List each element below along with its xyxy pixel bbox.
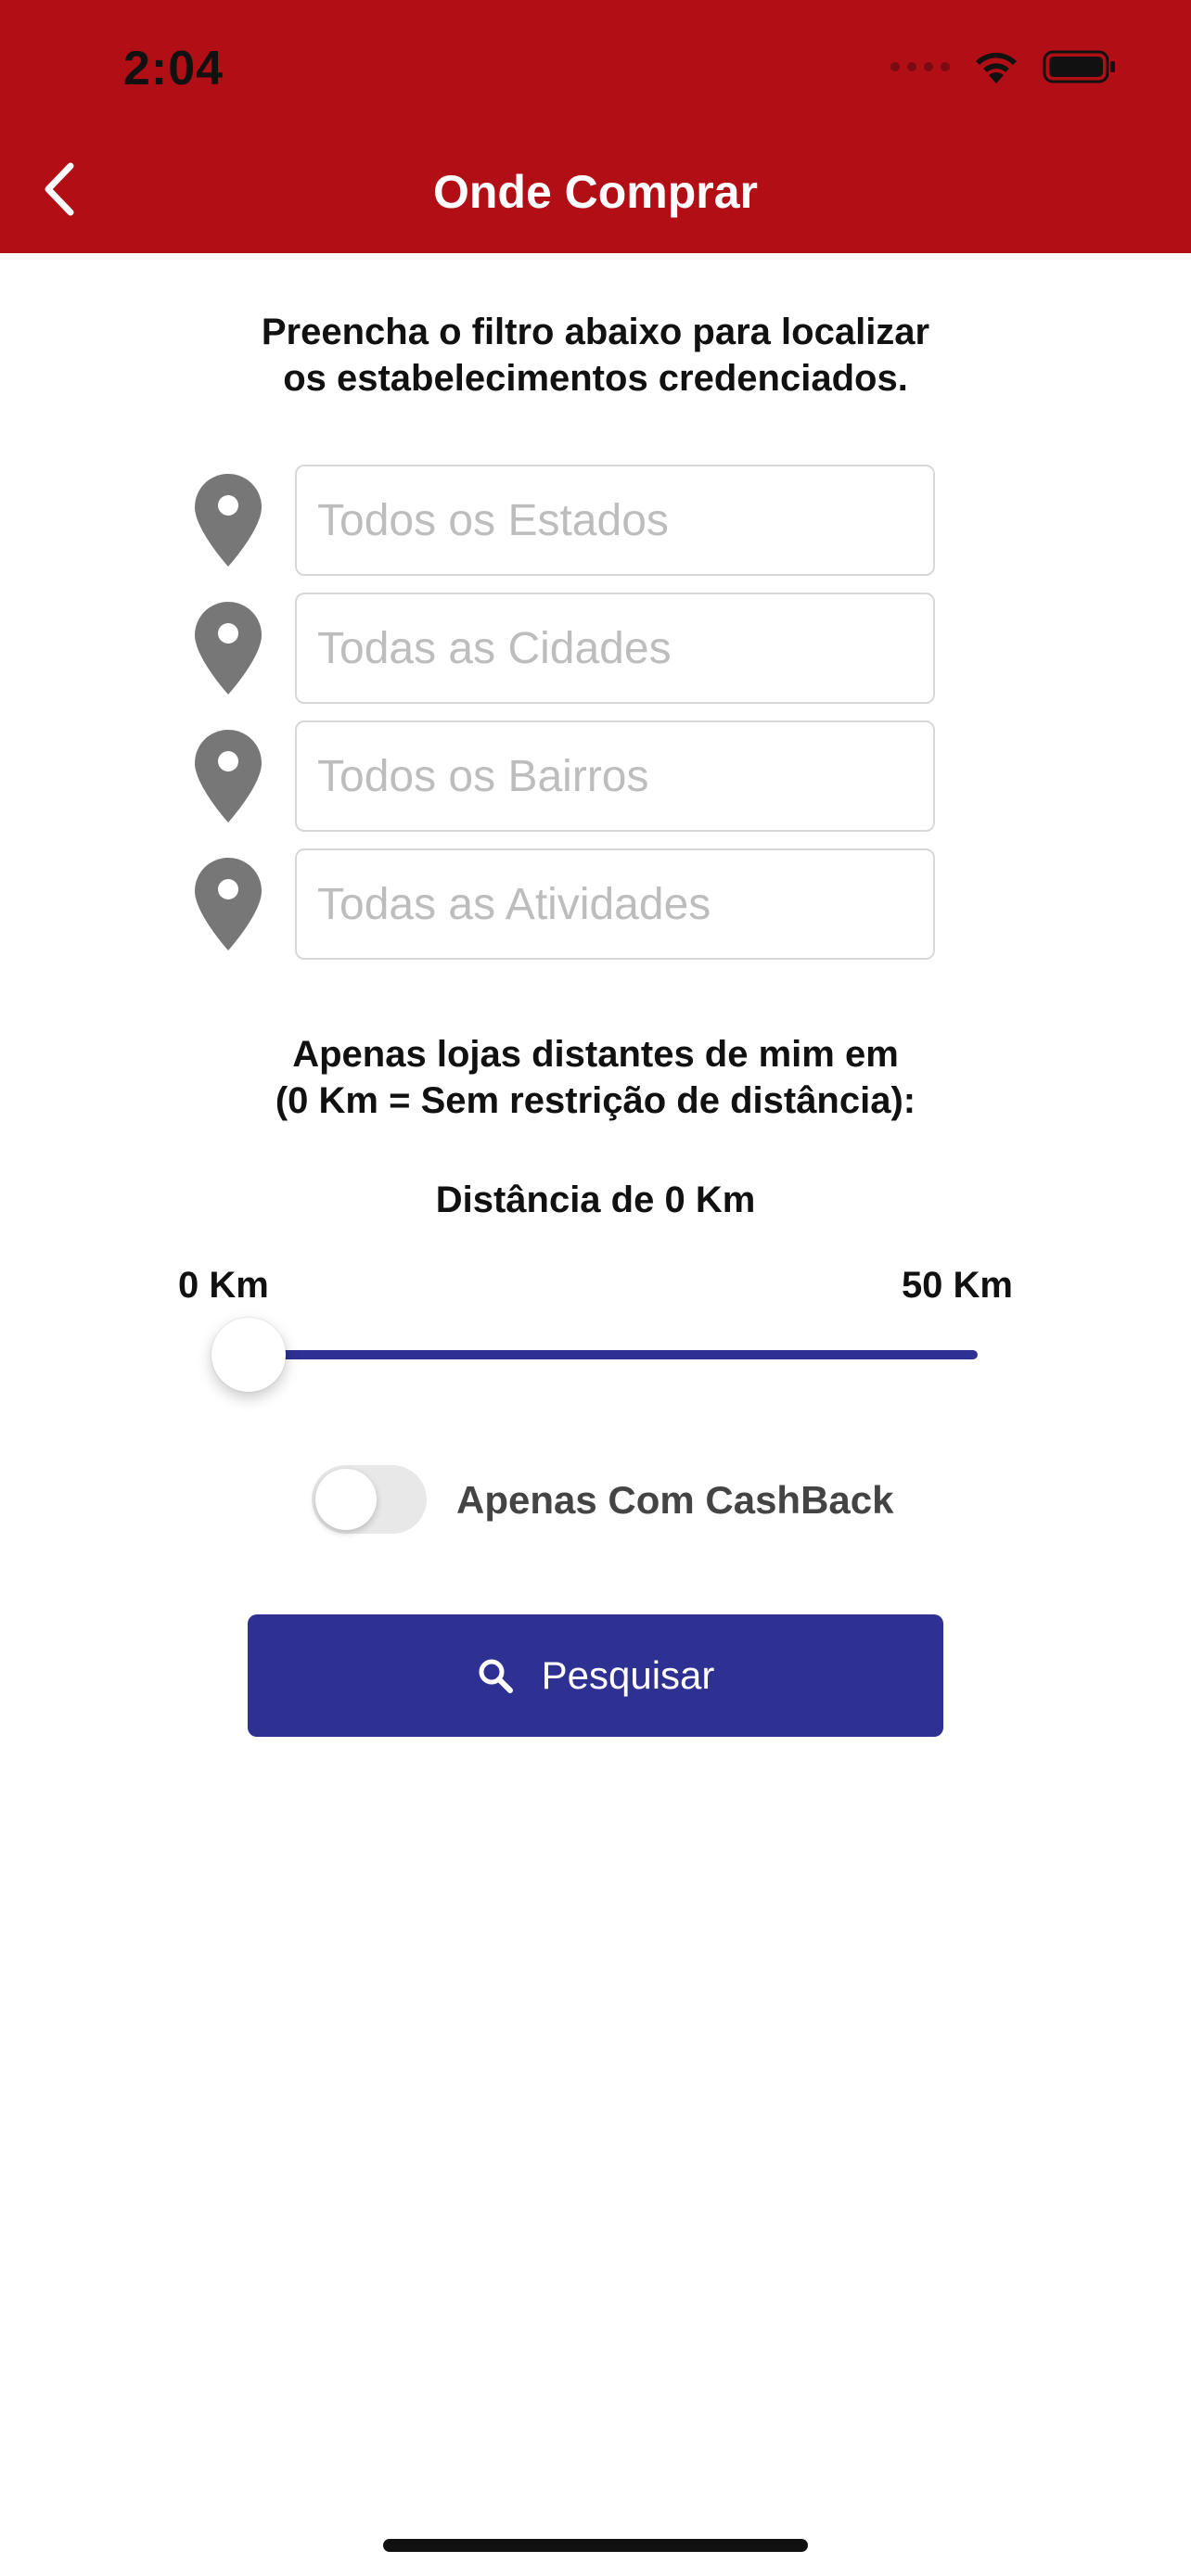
slider-max-label: 50 Km	[901, 1265, 1013, 1306]
activity-field[interactable]	[295, 848, 935, 960]
page-title: Onde Comprar	[432, 166, 759, 218]
filter-row-atividades	[0, 848, 1191, 960]
map-pin-icon	[193, 600, 263, 696]
search-button-label: Pesquisar	[541, 1653, 715, 1697]
cashback-toggle[interactable]	[312, 1465, 427, 1534]
map-pin-icon	[193, 472, 263, 568]
status-time: 2:04	[123, 42, 224, 96]
wifi-icon	[972, 48, 1020, 85]
toggle-knob	[315, 1469, 377, 1530]
filter-row-cidades	[0, 593, 1191, 704]
search-button[interactable]: Pesquisar	[248, 1614, 943, 1737]
cashback-toggle-label: Apenas Com CashBack	[456, 1478, 894, 1522]
city-field[interactable]	[295, 593, 935, 704]
map-pin-icon	[193, 728, 263, 824]
distance-description: Apenas lojas distantes de mim em (0 Km =…	[275, 1034, 916, 1121]
filter-row-estados	[0, 465, 1191, 576]
distance-slider-track[interactable]	[247, 1350, 978, 1359]
home-indicator[interactable]	[383, 2539, 808, 2552]
map-pin-icon	[193, 856, 263, 952]
search-icon	[477, 1657, 514, 1694]
distance-value-title: Distância de 0 Km	[435, 1180, 756, 1220]
filter-row-bairros	[0, 721, 1191, 832]
slider-min-label: 0 Km	[178, 1265, 269, 1306]
app-header: 2:04 Onde Comprar	[0, 0, 1191, 253]
state-field[interactable]	[295, 465, 935, 576]
cellular-signal-icon	[890, 62, 950, 71]
distance-slider-thumb[interactable]	[211, 1318, 286, 1392]
battery-icon	[1043, 48, 1117, 85]
intro-text: Preencha o filtro abaixo para localizar …	[261, 312, 930, 399]
neighborhood-field[interactable]	[295, 721, 935, 832]
status-icons	[890, 48, 1117, 85]
